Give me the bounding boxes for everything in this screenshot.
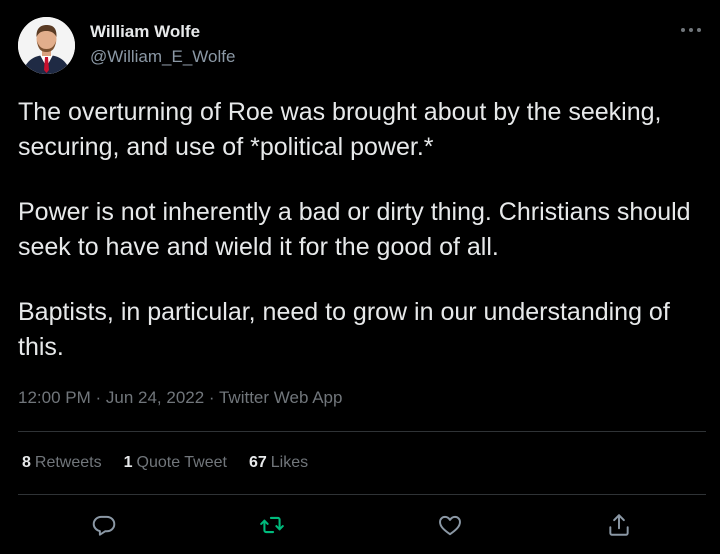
reply-icon[interactable]: [91, 512, 117, 538]
avatar[interactable]: [18, 17, 75, 74]
tweet-paragraph: Baptists, in particular, need to grow in…: [18, 298, 670, 361]
likes-stat[interactable]: 67 Likes: [249, 454, 308, 472]
retweet-icon[interactable]: [259, 512, 285, 538]
quote-tweets-label: Quote Tweet: [136, 454, 227, 471]
likes-count: 67: [248, 454, 267, 471]
quote-tweets-stat[interactable]: 1 Quote Tweet: [124, 454, 227, 472]
divider: [18, 431, 706, 432]
retweets-label: Retweets: [34, 454, 102, 471]
author-handle[interactable]: @William_E_Wolfe: [90, 47, 235, 67]
profile-photo: [18, 17, 75, 74]
tweet-paragraph: The overturning of Roe was brought about…: [18, 98, 662, 161]
divider: [18, 494, 706, 495]
retweets-stat[interactable]: 8 Retweets: [22, 454, 102, 472]
share-icon[interactable]: [606, 512, 632, 538]
retweets-count: 8: [22, 454, 31, 471]
quote-tweets-count: 1: [123, 454, 133, 471]
like-icon[interactable]: [437, 512, 463, 538]
author-name[interactable]: William Wolfe: [90, 22, 200, 42]
more-options-icon[interactable]: [678, 22, 704, 38]
tweet-timestamp[interactable]: 12:00 PM · Jun 24, 2022 · Twitter Web Ap…: [18, 388, 342, 408]
engagement-stats: 8 Retweets 1 Quote Tweet 67 Likes: [22, 454, 308, 472]
tweet-paragraph: Power is not inherently a bad or dirty t…: [18, 198, 691, 261]
likes-label: Likes: [270, 454, 309, 471]
tweet-text: The overturning of Roe was brought about…: [18, 95, 708, 365]
